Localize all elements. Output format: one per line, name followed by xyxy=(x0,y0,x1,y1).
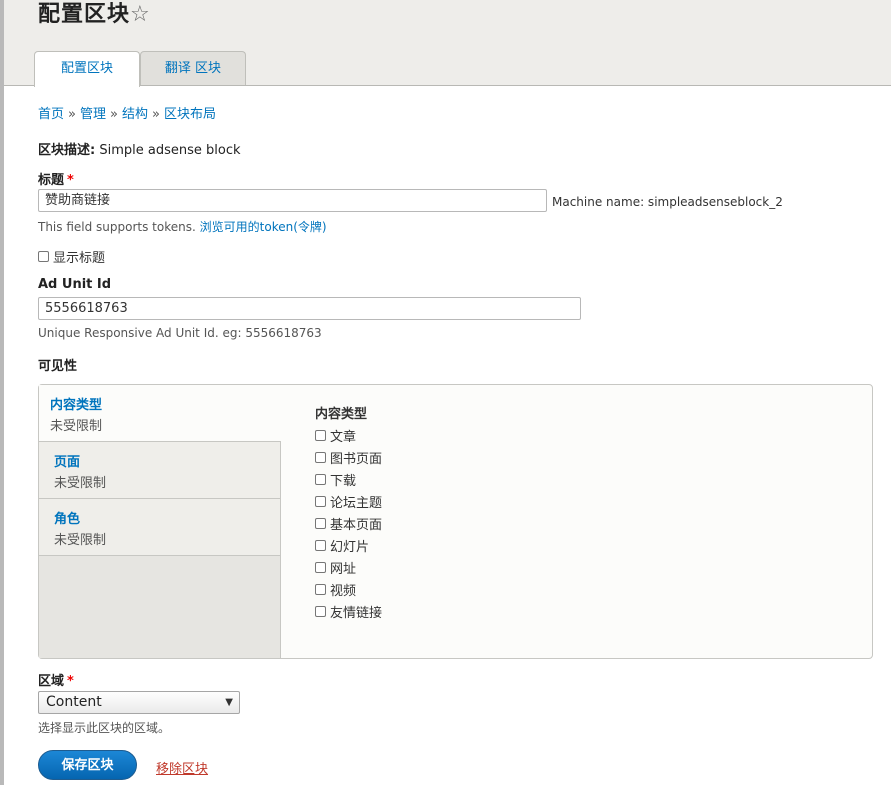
breadcrumb-separator: » xyxy=(110,107,118,122)
option-book-page: 图书页面 xyxy=(315,446,382,468)
breadcrumb-separator: » xyxy=(151,107,160,122)
region-select[interactable]: Content ▼ xyxy=(38,691,240,714)
ad-unit-label: Ad Unit Id xyxy=(38,277,112,292)
visibility-label: 可见性 xyxy=(38,359,78,374)
option-checkbox[interactable] xyxy=(315,539,326,551)
vertical-tab-title: 内容类型 xyxy=(50,398,103,413)
vertical-tab-title: 页面 xyxy=(54,455,81,470)
option-label: 友情链接 xyxy=(330,605,383,621)
option-forum-topic: 论坛主题 xyxy=(315,490,382,512)
block-description-value: Simple adsense block xyxy=(99,143,241,158)
breadcrumb-structure[interactable]: 结构 xyxy=(122,107,148,122)
ad-unit-input[interactable]: 5556618763 xyxy=(38,297,581,320)
content-types-pane: 内容类型 文章 图书页面 下载 论坛主题 基本页面 幻灯片 网址 视频 友情链接 xyxy=(315,403,382,622)
option-label: 图书页面 xyxy=(330,451,383,467)
title-help: This field supports tokens. 浏览可用的token(令… xyxy=(38,218,327,235)
triangle-down-icon: ▼ xyxy=(225,697,233,708)
region-label-text: 区域 xyxy=(38,674,65,689)
option-checkbox[interactable] xyxy=(315,561,326,573)
breadcrumb: 首页» 管理» 结构» 区块布局 xyxy=(38,103,216,122)
vertical-tab-title: 角色 xyxy=(54,512,81,527)
breadcrumb-block-layout[interactable]: 区块布局 xyxy=(164,107,216,122)
display-title-row: 显示标题 xyxy=(38,247,105,266)
option-video: 视频 xyxy=(315,578,382,600)
required-mark: * xyxy=(67,674,74,689)
machine-name: Machine name: simpleadsenseblock_2 xyxy=(552,195,783,209)
tab-translate-block[interactable]: 翻译 区块 xyxy=(140,51,246,85)
option-url: 网址 xyxy=(315,556,382,578)
page-header: 配置区块 ☆ 配置区块 翻译 区块 xyxy=(4,0,891,87)
vertical-tab-roles[interactable]: 角色 未受限制 xyxy=(39,499,280,556)
option-slideshow: 幻灯片 xyxy=(315,534,382,556)
save-block-button[interactable]: 保存区块 xyxy=(38,750,137,780)
title-label-text: 标题 xyxy=(38,173,65,188)
title-help-text: This field supports tokens. xyxy=(38,220,196,234)
display-title-label: 显示标题 xyxy=(53,251,106,266)
option-basic-page: 基本页面 xyxy=(315,512,382,534)
option-article: 文章 xyxy=(315,424,382,446)
vertical-tab-content-types[interactable]: 内容类型 未受限制 xyxy=(39,385,281,442)
option-label: 视频 xyxy=(330,583,357,599)
breadcrumb-separator: » xyxy=(68,107,76,122)
option-label: 下载 xyxy=(330,473,357,489)
option-label: 文章 xyxy=(330,429,357,445)
window-edge xyxy=(0,0,4,785)
option-checkbox[interactable] xyxy=(315,451,326,463)
breadcrumb-home[interactable]: 首页 xyxy=(38,107,64,122)
page-title: 配置区块 xyxy=(38,2,131,27)
browse-tokens-link[interactable]: 浏览可用的token(令牌) xyxy=(200,220,327,234)
visibility-vertical-tabs: 内容类型 未受限制 页面 未受限制 角色 未受限制 内容类型 文章 图书页面 下… xyxy=(38,384,873,659)
vertical-tab-summary: 未受限制 xyxy=(54,533,107,548)
option-checkbox[interactable] xyxy=(315,429,326,441)
breadcrumb-admin[interactable]: 管理 xyxy=(80,107,106,122)
tab-configure-block[interactable]: 配置区块 xyxy=(34,51,140,87)
vertical-tabs-menu: 内容类型 未受限制 页面 未受限制 角色 未受限制 xyxy=(39,385,281,658)
option-friend-links: 友情链接 xyxy=(315,600,382,622)
option-download: 下载 xyxy=(315,468,382,490)
title-input[interactable]: 赞助商链接 xyxy=(38,189,547,212)
option-checkbox[interactable] xyxy=(315,517,326,529)
title-field-label: 标题 * xyxy=(38,169,74,188)
star-icon[interactable]: ☆ xyxy=(130,1,150,29)
option-checkbox[interactable] xyxy=(315,583,326,595)
option-label: 网址 xyxy=(330,561,357,577)
remove-block-link[interactable]: 移除区块 xyxy=(156,758,208,777)
option-label: 论坛主题 xyxy=(330,495,383,511)
option-checkbox[interactable] xyxy=(315,605,326,617)
vertical-tab-summary: 未受限制 xyxy=(50,419,103,434)
block-description: 区块描述: Simple adsense block xyxy=(38,139,241,158)
vertical-tab-pages[interactable]: 页面 未受限制 xyxy=(39,442,280,499)
option-label: 幻灯片 xyxy=(330,539,370,555)
option-checkbox[interactable] xyxy=(315,473,326,485)
region-help: 选择显示此区块的区域。 xyxy=(38,721,171,735)
block-description-label: 区块描述: xyxy=(38,143,96,158)
region-label: 区域 * xyxy=(38,670,74,689)
pane-title: 内容类型 xyxy=(315,407,368,422)
vertical-tab-summary: 未受限制 xyxy=(54,476,107,491)
display-title-checkbox[interactable] xyxy=(38,251,49,262)
option-label: 基本页面 xyxy=(330,517,383,533)
required-mark: * xyxy=(67,173,74,188)
option-checkbox[interactable] xyxy=(315,495,326,507)
region-selected-value: Content xyxy=(46,694,102,710)
ad-unit-help: Unique Responsive Ad Unit Id. eg: 555661… xyxy=(38,326,322,340)
